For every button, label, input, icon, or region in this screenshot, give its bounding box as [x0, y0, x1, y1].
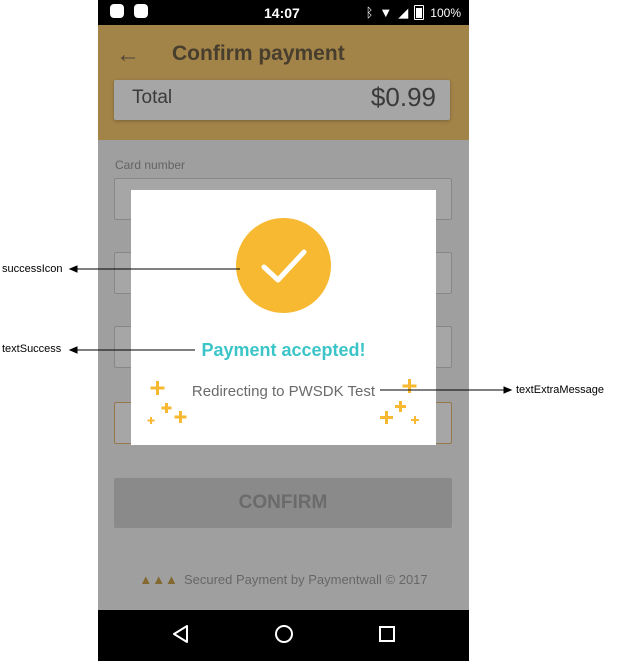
annotation-arrows	[68, 265, 513, 394]
